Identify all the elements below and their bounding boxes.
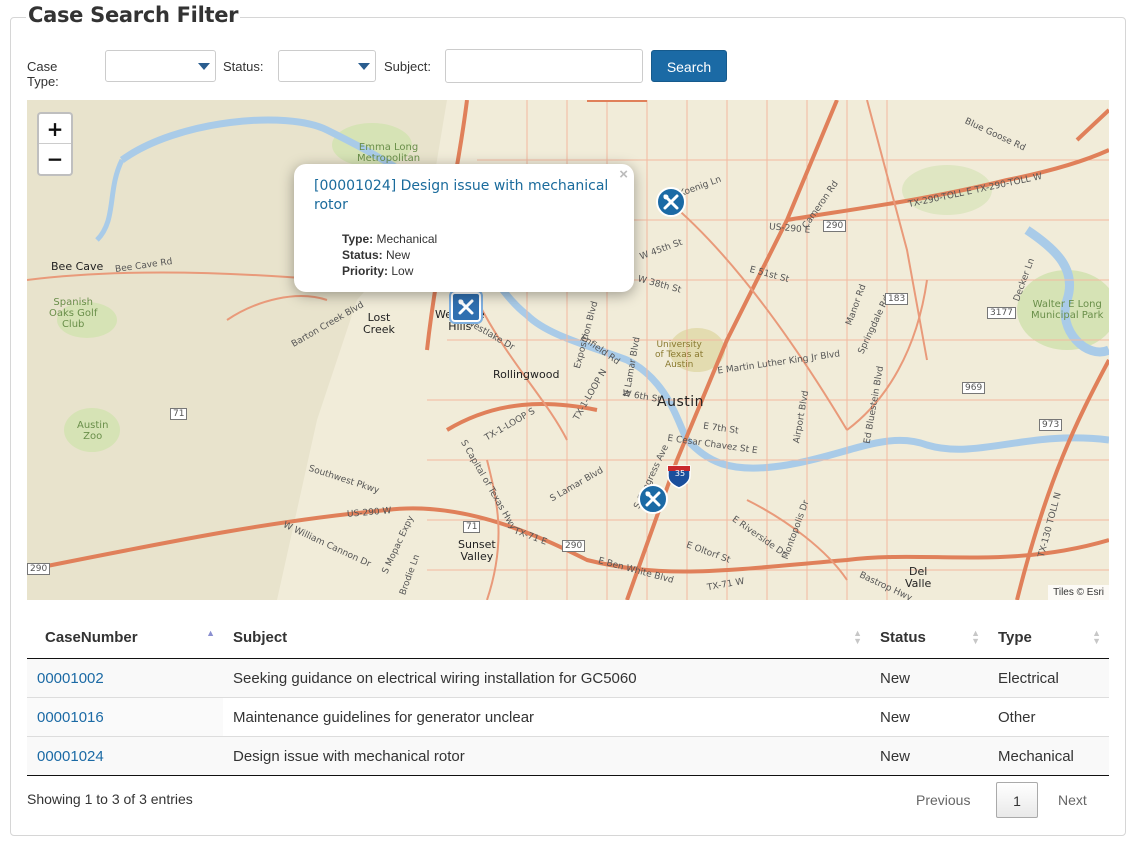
subject-cell: Design issue with mechanical rotor <box>223 736 870 776</box>
tools-icon <box>645 491 661 507</box>
sort-icon: ▲ ▼ <box>853 628 862 646</box>
place-emma-long: Emma Long Metropolitan <box>357 142 421 164</box>
column-header-casenumber[interactable]: CaseNumber ▲ <box>27 617 223 659</box>
map-attribution[interactable]: Tiles © Esri <box>1048 585 1109 600</box>
zoom-in-button[interactable]: + <box>39 114 71 144</box>
popup-status-label: Status: <box>342 248 383 262</box>
place-austin-zoo: Austin Zoo <box>77 420 109 442</box>
status-cell: New <box>870 697 988 737</box>
place-sunset-valley: Sunset Valley <box>458 538 496 563</box>
place-walter-long: Walter E Long Municipal Park <box>1031 299 1104 321</box>
shield-71-south: 71 <box>463 521 481 533</box>
status-label: Status: <box>223 59 264 74</box>
case-number-link[interactable]: 00001024 <box>37 748 104 765</box>
subject-cell: Seeking guidance on electrical wiring in… <box>223 658 870 698</box>
case-type-label: Case Type: <box>27 59 59 89</box>
sort-icon: ▲ ▼ <box>971 628 980 646</box>
column-header-label: Subject <box>233 629 288 646</box>
case-marker[interactable] <box>656 187 686 217</box>
popup-priority-row: Priority: Low <box>342 264 413 278</box>
case-number-cell: 00001016 <box>27 697 223 737</box>
case-map[interactable]: + − Austin Rollingwood Bee Cave Lost Cre… <box>27 100 1109 600</box>
case-number-cell: 00001024 <box>27 736 223 776</box>
popup-priority-label: Priority: <box>342 264 389 278</box>
case-number-link[interactable]: 00001016 <box>37 709 104 726</box>
shield-183: 183 <box>885 293 909 305</box>
case-number-cell: 00001002 <box>27 658 223 698</box>
case-number-link[interactable]: 00001002 <box>37 670 104 687</box>
popup-case-link[interactable]: [00001024] Design issue with mechanical … <box>314 177 619 215</box>
status-select[interactable] <box>278 50 376 82</box>
case-marker[interactable] <box>638 484 668 514</box>
table-info: Showing 1 to 3 of 3 entries <box>27 791 193 807</box>
case-type-select[interactable] <box>105 50 216 82</box>
subject-input[interactable] <box>445 49 643 83</box>
page-1-button[interactable]: 1 <box>996 782 1038 818</box>
place-austin: Austin <box>657 394 704 410</box>
status-cell: New <box>870 658 988 698</box>
column-header-subject[interactable]: Subject ▲ ▼ <box>223 617 870 659</box>
table-row: 00001002 Seeking guidance on electrical … <box>27 658 1109 698</box>
column-header-label: CaseNumber <box>45 629 138 646</box>
popup-type-row: Type: Mechanical <box>342 232 437 246</box>
cases-table: CaseNumber ▲ Subject ▲ ▼ Status ▲ ▼ Type ▲… <box>27 617 1109 776</box>
case-marker-selected[interactable] <box>451 292 481 322</box>
sort-icon: ▲ ▼ <box>1092 628 1101 646</box>
subject-label: Subject: <box>384 59 431 74</box>
popup-status-row: Status: New <box>342 248 410 262</box>
subject-cell: Maintenance guidelines for generator unc… <box>223 697 870 737</box>
status-cell: New <box>870 736 988 776</box>
popup-type-label: Type: <box>342 232 374 246</box>
type-cell: Mechanical <box>988 736 1109 776</box>
chevron-down-icon <box>198 63 210 70</box>
shield-969: 969 <box>962 382 986 394</box>
chevron-down-icon <box>358 63 370 70</box>
search-button[interactable]: Search <box>651 50 727 82</box>
place-del-valle: Del Valle <box>905 565 932 590</box>
type-cell: Electrical <box>988 658 1109 698</box>
next-page-button[interactable]: Next <box>1058 782 1087 818</box>
i35-shield-number: 35 <box>674 469 686 478</box>
place-bee-cave: Bee Cave <box>51 260 104 273</box>
tools-icon <box>458 299 474 315</box>
column-header-status[interactable]: Status ▲ ▼ <box>870 617 988 659</box>
type-cell: Other <box>988 697 1109 737</box>
column-header-label: Status <box>880 629 926 646</box>
previous-page-button[interactable]: Previous <box>916 782 970 818</box>
shield-71-west: 71 <box>170 408 188 420</box>
shield-290-west: 290 <box>27 563 51 575</box>
case-popup: × [00001024] Design issue with mechanica… <box>294 164 634 292</box>
popup-close-button[interactable]: × <box>619 166 628 183</box>
zoom-control: + − <box>37 112 73 176</box>
shield-3177: 3177 <box>987 307 1016 319</box>
panel-title: Case Search Filter <box>26 3 241 27</box>
popup-status-value: New <box>386 248 411 262</box>
shield-290-south: 290 <box>562 540 586 552</box>
shield-290-north: 290 <box>823 220 847 232</box>
shield-973: 973 <box>1039 419 1063 431</box>
place-spanish-oaks: Spanish Oaks Golf Club <box>49 297 98 330</box>
popup-priority-value: Low <box>391 264 414 278</box>
tools-icon <box>663 194 679 210</box>
column-header-label: Type <box>998 629 1032 646</box>
table-row: 00001016 Maintenance guidelines for gene… <box>27 697 1109 737</box>
popup-type-value: Mechanical <box>376 232 438 246</box>
column-header-type[interactable]: Type ▲ ▼ <box>988 617 1109 659</box>
zoom-out-button[interactable]: − <box>39 144 71 174</box>
place-ut-austin: University of Texas at Austin <box>655 340 704 370</box>
sort-ascending-icon: ▲ <box>206 628 215 638</box>
place-rollingwood: Rollingwood <box>493 368 560 381</box>
table-row: 00001024 Design issue with mechanical ro… <box>27 736 1109 776</box>
place-lost-creek: Lost Creek <box>363 311 395 336</box>
